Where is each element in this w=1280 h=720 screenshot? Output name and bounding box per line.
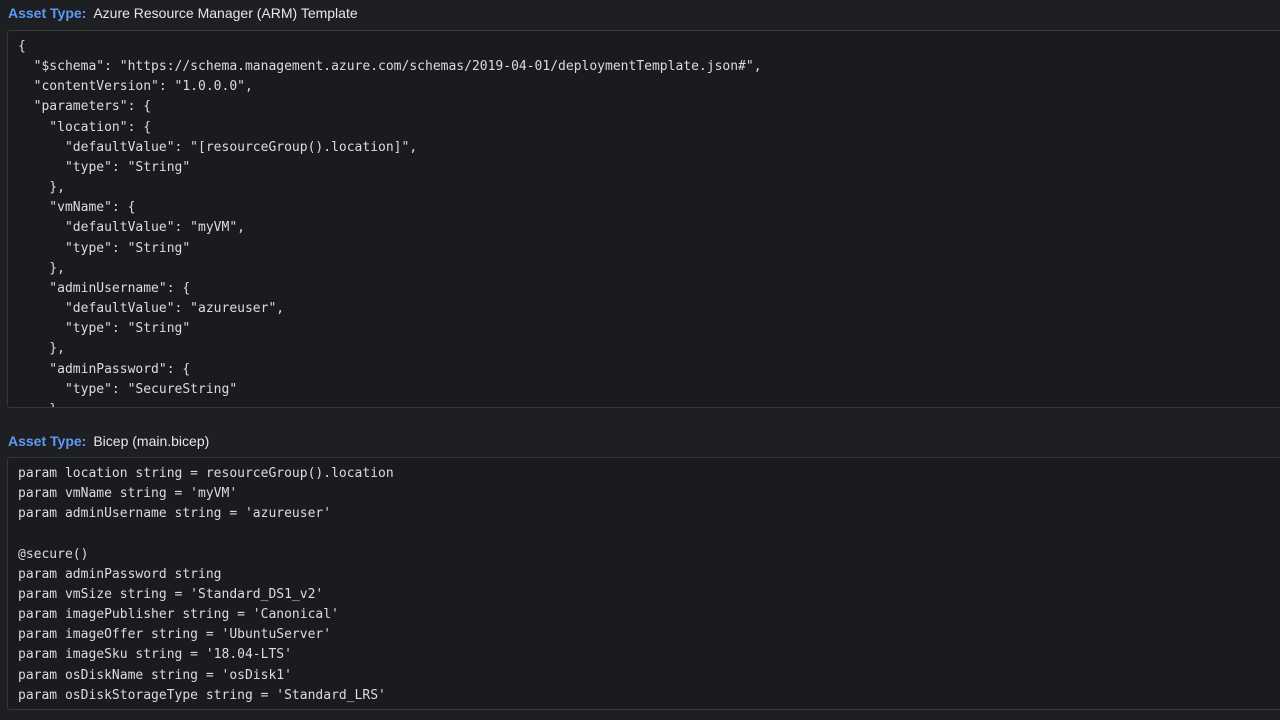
asset-type-label: Asset Type: [8, 5, 87, 21]
asset-type-value: Bicep (main.bicep) [93, 433, 210, 449]
asset-type-label: Asset Type: [8, 433, 87, 449]
asset-header-arm: Asset Type: Azure Resource Manager (ARM)… [8, 3, 358, 23]
arm-template-code[interactable]: { "$schema": "https://schema.management.… [8, 31, 1280, 407]
bicep-code-block[interactable]: param location string = resourceGroup().… [7, 457, 1280, 710]
asset-viewer: Asset Type: Azure Resource Manager (ARM)… [0, 0, 1280, 720]
bicep-code[interactable]: param location string = resourceGroup().… [8, 458, 1280, 706]
arm-template-code-block[interactable]: { "$schema": "https://schema.management.… [7, 30, 1280, 408]
asset-header-bicep: Asset Type: Bicep (main.bicep) [8, 431, 209, 451]
asset-type-value: Azure Resource Manager (ARM) Template [93, 5, 358, 21]
